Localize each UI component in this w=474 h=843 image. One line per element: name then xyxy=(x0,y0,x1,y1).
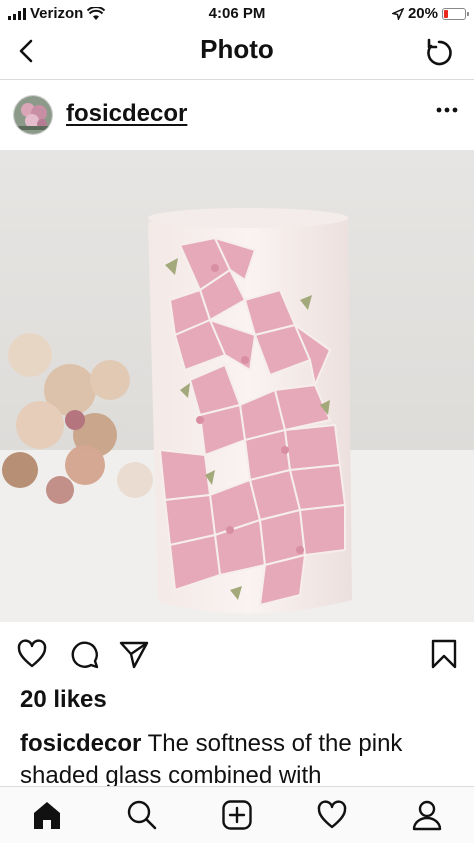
avatar[interactable] xyxy=(13,95,53,135)
activity-icon[interactable] xyxy=(316,799,348,831)
likes-count[interactable]: 20 likes xyxy=(20,686,107,714)
more-options-icon[interactable] xyxy=(436,105,458,115)
post-caption: fosicdecor The softness of the pink shad… xyxy=(20,728,460,792)
profile-icon[interactable] xyxy=(411,799,443,831)
post-username[interactable]: fosicdecor xyxy=(66,100,187,128)
post-header: fosicdecor xyxy=(0,80,474,150)
location-arrow-icon xyxy=(391,7,404,20)
post-photo[interactable] xyxy=(0,150,474,622)
refresh-icon[interactable] xyxy=(422,36,456,70)
caption-username[interactable]: fosicdecor xyxy=(20,730,141,757)
nav-bar: Photo xyxy=(0,28,474,80)
search-icon[interactable] xyxy=(126,799,158,831)
page-title: Photo xyxy=(200,34,274,64)
battery-group: 20% xyxy=(391,5,469,22)
battery-percent: 20% xyxy=(407,5,438,22)
bookmark-icon[interactable] xyxy=(428,638,460,670)
add-post-icon[interactable] xyxy=(221,799,253,831)
mosaic-vase-image xyxy=(0,150,474,622)
status-bar: Verizon 4:06 PM 20% xyxy=(0,0,474,28)
home-icon[interactable] xyxy=(31,799,63,831)
heart-icon[interactable] xyxy=(16,638,48,670)
share-icon[interactable] xyxy=(118,638,150,670)
post-actions xyxy=(0,632,474,676)
battery-icon xyxy=(442,7,469,20)
comment-icon[interactable] xyxy=(68,638,100,670)
tab-bar xyxy=(0,786,474,843)
